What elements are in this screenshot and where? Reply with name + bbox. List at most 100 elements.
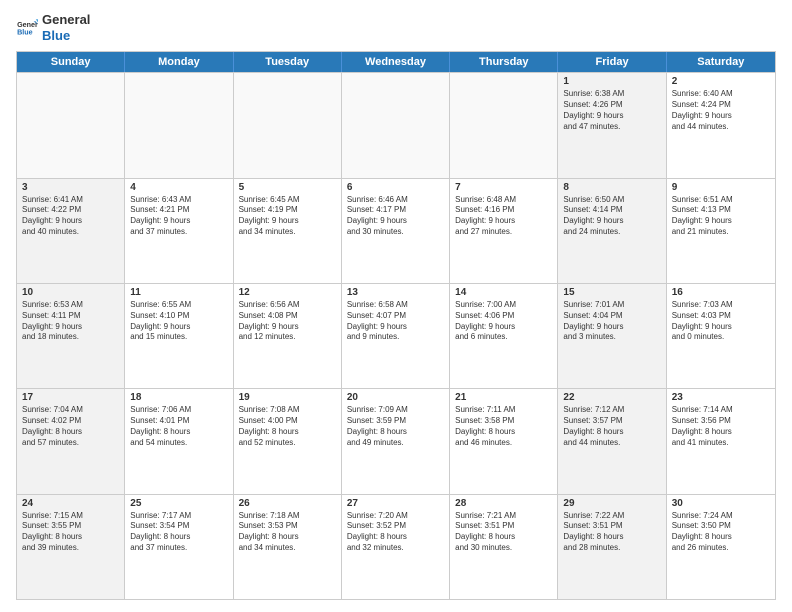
day-number: 24 <box>22 498 119 509</box>
day-info: Sunrise: 6:55 AM Sunset: 4:10 PM Dayligh… <box>130 300 227 343</box>
day-info: Sunrise: 7:06 AM Sunset: 4:01 PM Dayligh… <box>130 405 227 448</box>
svg-text:Blue: Blue <box>17 28 33 36</box>
cal-cell-10: 10 Sunrise: 6:53 AM Sunset: 4:11 PM Dayli… <box>17 284 125 388</box>
cal-cell-22: 22 Sunrise: 7:12 AM Sunset: 3:57 PM Dayli… <box>558 389 666 493</box>
calendar-row-1: 3 Sunrise: 6:41 AM Sunset: 4:22 PM Daylig… <box>17 178 775 283</box>
day-number: 22 <box>563 392 660 403</box>
header-day-tuesday: Tuesday <box>234 52 342 72</box>
cal-cell-26: 26 Sunrise: 7:18 AM Sunset: 3:53 PM Dayli… <box>234 495 342 599</box>
logo-blue: Blue <box>42 28 90 44</box>
cal-cell-30: 30Sunrise: 7:24 AM Sunset: 3:50 PM Dayli… <box>667 495 775 599</box>
day-number: 30 <box>672 498 770 509</box>
calendar: SundayMondayTuesdayWednesdayThursdayFrid… <box>16 51 776 600</box>
logo: General Blue General Blue <box>16 12 90 43</box>
day-info: Sunrise: 7:04 AM Sunset: 4:02 PM Dayligh… <box>22 405 119 448</box>
calendar-row-0: 1Sunrise: 6:38 AM Sunset: 4:26 PM Daylig… <box>17 72 775 177</box>
day-number: 25 <box>130 498 227 509</box>
cal-cell-29: 29Sunrise: 7:22 AM Sunset: 3:51 PM Dayli… <box>558 495 666 599</box>
cal-cell-5: 5 Sunrise: 6:45 AM Sunset: 4:19 PM Daylig… <box>234 179 342 283</box>
cal-cell-24: 24 Sunrise: 7:15 AM Sunset: 3:55 PM Dayli… <box>17 495 125 599</box>
day-number: 21 <box>455 392 552 403</box>
day-info: Sunrise: 6:58 AM Sunset: 4:07 PM Dayligh… <box>347 300 444 343</box>
cal-cell-25: 25 Sunrise: 7:17 AM Sunset: 3:54 PM Dayli… <box>125 495 233 599</box>
header-day-monday: Monday <box>125 52 233 72</box>
day-info: Sunrise: 6:45 AM Sunset: 4:19 PM Dayligh… <box>239 195 336 238</box>
header-day-wednesday: Wednesday <box>342 52 450 72</box>
day-info: Sunrise: 7:20 AM Sunset: 3:52 PM Dayligh… <box>347 511 444 554</box>
cal-cell-6: 6 Sunrise: 6:46 AM Sunset: 4:17 PM Daylig… <box>342 179 450 283</box>
day-info: Sunrise: 7:01 AM Sunset: 4:04 PM Dayligh… <box>563 300 660 343</box>
cal-cell-18: 18Sunrise: 7:06 AM Sunset: 4:01 PM Dayli… <box>125 389 233 493</box>
day-number: 27 <box>347 498 444 509</box>
day-info: Sunrise: 7:12 AM Sunset: 3:57 PM Dayligh… <box>563 405 660 448</box>
day-number: 19 <box>239 392 336 403</box>
day-number: 17 <box>22 392 119 403</box>
day-number: 10 <box>22 287 119 298</box>
cal-cell-empty <box>125 73 233 177</box>
day-info: Sunrise: 7:21 AM Sunset: 3:51 PM Dayligh… <box>455 511 552 554</box>
header-day-saturday: Saturday <box>667 52 775 72</box>
day-info: Sunrise: 6:40 AM Sunset: 4:24 PM Dayligh… <box>672 89 770 132</box>
cal-cell-28: 28 Sunrise: 7:21 AM Sunset: 3:51 PM Dayli… <box>450 495 558 599</box>
calendar-row-3: 17 Sunrise: 7:04 AM Sunset: 4:02 PM Dayli… <box>17 388 775 493</box>
day-number: 15 <box>563 287 660 298</box>
header-day-sunday: Sunday <box>17 52 125 72</box>
day-number: 7 <box>455 182 552 193</box>
day-info: Sunrise: 7:11 AM Sunset: 3:58 PM Dayligh… <box>455 405 552 448</box>
logo-icon: General Blue <box>16 17 38 39</box>
day-info: Sunrise: 7:15 AM Sunset: 3:55 PM Dayligh… <box>22 511 119 554</box>
day-number: 16 <box>672 287 770 298</box>
cal-cell-empty <box>450 73 558 177</box>
day-info: Sunrise: 6:53 AM Sunset: 4:11 PM Dayligh… <box>22 300 119 343</box>
cal-cell-19: 19 Sunrise: 7:08 AM Sunset: 4:00 PM Dayli… <box>234 389 342 493</box>
day-number: 28 <box>455 498 552 509</box>
day-number: 11 <box>130 287 227 298</box>
day-info: Sunrise: 6:41 AM Sunset: 4:22 PM Dayligh… <box>22 195 119 238</box>
day-number: 3 <box>22 182 119 193</box>
cal-cell-13: 13 Sunrise: 6:58 AM Sunset: 4:07 PM Dayli… <box>342 284 450 388</box>
cal-cell-empty <box>17 73 125 177</box>
calendar-row-4: 24 Sunrise: 7:15 AM Sunset: 3:55 PM Dayli… <box>17 494 775 599</box>
day-number: 14 <box>455 287 552 298</box>
day-info: Sunrise: 7:18 AM Sunset: 3:53 PM Dayligh… <box>239 511 336 554</box>
cal-cell-21: 21 Sunrise: 7:11 AM Sunset: 3:58 PM Dayli… <box>450 389 558 493</box>
cal-cell-1: 1Sunrise: 6:38 AM Sunset: 4:26 PM Daylig… <box>558 73 666 177</box>
day-info: Sunrise: 6:56 AM Sunset: 4:08 PM Dayligh… <box>239 300 336 343</box>
day-info: Sunrise: 7:09 AM Sunset: 3:59 PM Dayligh… <box>347 405 444 448</box>
day-number: 1 <box>563 76 660 87</box>
cal-cell-27: 27 Sunrise: 7:20 AM Sunset: 3:52 PM Dayli… <box>342 495 450 599</box>
day-number: 6 <box>347 182 444 193</box>
header-day-friday: Friday <box>558 52 666 72</box>
cal-cell-2: 2 Sunrise: 6:40 AM Sunset: 4:24 PM Daylig… <box>667 73 775 177</box>
logo-general: General <box>42 12 90 28</box>
cal-cell-empty <box>234 73 342 177</box>
day-info: Sunrise: 6:48 AM Sunset: 4:16 PM Dayligh… <box>455 195 552 238</box>
calendar-row-2: 10 Sunrise: 6:53 AM Sunset: 4:11 PM Dayli… <box>17 283 775 388</box>
cal-cell-4: 4Sunrise: 6:43 AM Sunset: 4:21 PM Daylig… <box>125 179 233 283</box>
day-info: Sunrise: 7:17 AM Sunset: 3:54 PM Dayligh… <box>130 511 227 554</box>
day-info: Sunrise: 7:08 AM Sunset: 4:00 PM Dayligh… <box>239 405 336 448</box>
day-number: 13 <box>347 287 444 298</box>
day-number: 29 <box>563 498 660 509</box>
header-day-thursday: Thursday <box>450 52 558 72</box>
day-number: 23 <box>672 392 770 403</box>
day-info: Sunrise: 6:46 AM Sunset: 4:17 PM Dayligh… <box>347 195 444 238</box>
day-number: 4 <box>130 182 227 193</box>
cal-cell-14: 14Sunrise: 7:00 AM Sunset: 4:06 PM Dayli… <box>450 284 558 388</box>
calendar-body: 1Sunrise: 6:38 AM Sunset: 4:26 PM Daylig… <box>17 72 775 599</box>
day-number: 26 <box>239 498 336 509</box>
day-number: 2 <box>672 76 770 87</box>
cal-cell-20: 20 Sunrise: 7:09 AM Sunset: 3:59 PM Dayli… <box>342 389 450 493</box>
day-number: 12 <box>239 287 336 298</box>
header: General Blue General Blue <box>16 12 776 43</box>
cal-cell-9: 9Sunrise: 6:51 AM Sunset: 4:13 PM Daylig… <box>667 179 775 283</box>
day-info: Sunrise: 6:50 AM Sunset: 4:14 PM Dayligh… <box>563 195 660 238</box>
day-number: 20 <box>347 392 444 403</box>
day-info: Sunrise: 7:03 AM Sunset: 4:03 PM Dayligh… <box>672 300 770 343</box>
calendar-header: SundayMondayTuesdayWednesdayThursdayFrid… <box>17 52 775 72</box>
day-number: 5 <box>239 182 336 193</box>
cal-cell-12: 12 Sunrise: 6:56 AM Sunset: 4:08 PM Dayli… <box>234 284 342 388</box>
cal-cell-23: 23 Sunrise: 7:14 AM Sunset: 3:56 PM Dayli… <box>667 389 775 493</box>
day-info: Sunrise: 7:14 AM Sunset: 3:56 PM Dayligh… <box>672 405 770 448</box>
cal-cell-empty <box>342 73 450 177</box>
